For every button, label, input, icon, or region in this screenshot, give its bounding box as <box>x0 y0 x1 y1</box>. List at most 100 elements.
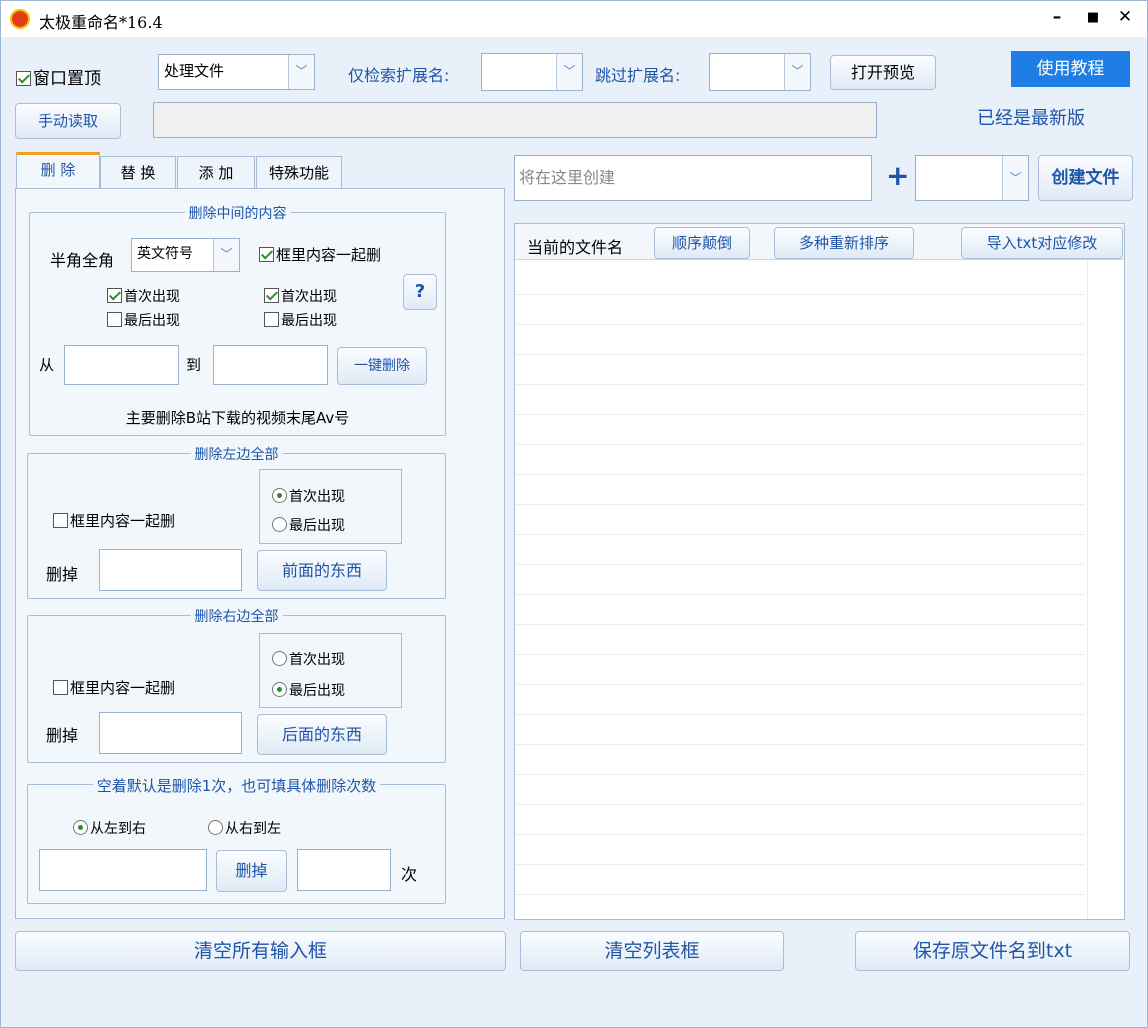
import-txt-button[interactable]: 导入txt对应修改 <box>961 227 1123 259</box>
skip-ext-select[interactable]: ﹀ <box>709 53 811 91</box>
list-row <box>515 414 1085 415</box>
ltr-radio[interactable]: 从左到右 <box>73 818 146 838</box>
list-row <box>515 534 1085 535</box>
radio-icon <box>272 517 287 532</box>
right-first-checkbox[interactable]: 首次出现 <box>264 286 337 306</box>
tab-special[interactable]: 特殊功能 <box>256 156 342 191</box>
col-divider <box>1087 260 1088 919</box>
save-names-button[interactable]: 保存原文件名到txt <box>855 931 1130 971</box>
right-last-checkbox[interactable]: 最后出现 <box>264 310 337 330</box>
to-input[interactable] <box>213 345 328 385</box>
mode-select[interactable]: 处理文件 ﹀ <box>158 54 315 90</box>
radio-icon <box>272 488 287 503</box>
list-row <box>515 714 1085 715</box>
clear-inputs-button[interactable]: 清空所有输入框 <box>15 931 506 971</box>
left-last-radio-label: 最后出现 <box>289 518 345 534</box>
count-times-input[interactable] <box>297 849 391 891</box>
middle-with-box-checkbox[interactable]: 框里内容一起删 <box>259 244 381 265</box>
symbol-select[interactable]: 英文符号 ﹀ <box>131 238 240 272</box>
delete-count-title: 空着默认是删除1次，也可填具体删除次数 <box>92 777 381 795</box>
file-list[interactable]: 当前的文件名 <box>514 223 1125 920</box>
one-click-delete-button[interactable]: 一键删除 <box>337 347 427 385</box>
maximize-button[interactable]: ■ <box>1081 10 1105 25</box>
list-row <box>515 804 1085 805</box>
left-first-label: 首次出现 <box>124 289 180 305</box>
list-row <box>515 444 1085 445</box>
path-display[interactable] <box>153 102 877 138</box>
width-label: 半角全角 <box>50 251 115 270</box>
search-ext-label: 仅检索扩展名: <box>348 66 450 85</box>
help-button[interactable]: ? <box>403 274 437 310</box>
check-icon <box>264 312 279 327</box>
left-last-radio[interactable]: 最后出现 <box>272 515 345 535</box>
left-last-checkbox[interactable]: 最后出现 <box>107 310 180 330</box>
right-first-radio-label: 首次出现 <box>289 652 345 668</box>
list-row <box>515 624 1085 625</box>
left-first-checkbox[interactable]: 首次出现 <box>107 286 180 306</box>
topmost-checkbox[interactable]: 窗口置顶 <box>16 64 101 89</box>
topmost-label: 窗口置顶 <box>33 69 101 89</box>
check-icon <box>264 288 279 303</box>
create-path-input[interactable]: 将在这里创建 <box>514 155 872 201</box>
resort-button[interactable]: 多种重新排序 <box>774 227 914 259</box>
left-with-box-label: 框里内容一起删 <box>70 512 176 530</box>
list-row <box>515 654 1085 655</box>
manual-read-button[interactable]: 手动读取 <box>15 103 121 139</box>
clear-list-button[interactable]: 清空列表框 <box>520 931 784 971</box>
symbol-select-value: 英文符号 <box>137 246 193 262</box>
left-remove-label: 删掉 <box>46 565 79 584</box>
right-last-radio[interactable]: 最后出现 <box>272 680 345 700</box>
right-last-label: 最后出现 <box>281 313 337 329</box>
tab-add[interactable]: 添 加 <box>177 156 255 191</box>
delete-left-title: 删除左边全部 <box>190 447 283 463</box>
skip-ext-label: 跳过扩展名: <box>595 66 681 85</box>
create-file-button[interactable]: 创建文件 <box>1038 155 1133 201</box>
version-status: 已经是最新版 <box>977 108 1085 129</box>
left-first-radio[interactable]: 首次出现 <box>272 486 345 506</box>
preview-button[interactable]: 打开预览 <box>830 55 936 90</box>
tutorial-button[interactable]: 使用教程 <box>1011 51 1130 87</box>
list-row <box>515 354 1085 355</box>
left-with-box-checkbox[interactable]: 框里内容一起删 <box>53 510 175 531</box>
radio-icon <box>208 820 223 835</box>
window-title: 太极重命名*16.4 <box>39 13 163 32</box>
delete-right-title: 删除右边全部 <box>190 609 283 625</box>
right-first-radio[interactable]: 首次出现 <box>272 649 345 669</box>
right-remove-input[interactable] <box>99 712 242 754</box>
right-with-box-checkbox[interactable]: 框里内容一起删 <box>53 677 175 698</box>
reverse-order-button[interactable]: 顺序颠倒 <box>654 227 750 259</box>
radio-icon <box>272 682 287 697</box>
minimize-button[interactable]: – <box>1045 7 1069 27</box>
search-ext-select[interactable]: ﹀ <box>481 53 583 91</box>
rtl-radio[interactable]: 从右到左 <box>208 818 281 838</box>
delete-front-button[interactable]: 前面的东西 <box>257 550 387 591</box>
list-row <box>515 774 1085 775</box>
list-row <box>515 474 1085 475</box>
right-with-box-label: 框里内容一起删 <box>70 679 176 697</box>
chevron-down-icon: ﹀ <box>784 54 810 90</box>
chevron-down-icon: ﹀ <box>288 55 314 89</box>
create-type-select[interactable]: ﹀ <box>915 155 1029 201</box>
radio-icon <box>73 820 88 835</box>
plus-icon: + <box>886 159 910 192</box>
mode-select-value: 处理文件 <box>164 62 225 80</box>
count-text-input[interactable] <box>39 849 207 891</box>
tab-replace[interactable]: 替 换 <box>100 156 176 191</box>
right-last-radio-label: 最后出现 <box>289 683 345 699</box>
chevron-down-icon: ﹀ <box>213 239 239 271</box>
list-row <box>515 384 1085 385</box>
left-last-label: 最后出现 <box>124 313 180 329</box>
title-bar: 太极重命名*16.4 – ■ ✕ <box>1 1 1147 37</box>
check-icon <box>259 247 274 262</box>
list-row <box>515 894 1085 895</box>
from-input[interactable] <box>64 345 179 385</box>
list-row <box>515 504 1085 505</box>
list-row <box>515 834 1085 835</box>
chevron-down-icon: ﹀ <box>1002 156 1028 200</box>
close-button[interactable]: ✕ <box>1113 7 1137 27</box>
tab-delete[interactable]: 删 除 <box>16 152 100 189</box>
delete-back-button[interactable]: 后面的东西 <box>257 714 387 755</box>
count-remove-button[interactable]: 删掉 <box>216 850 287 892</box>
times-label: 次 <box>401 865 418 884</box>
left-remove-input[interactable] <box>99 549 242 591</box>
